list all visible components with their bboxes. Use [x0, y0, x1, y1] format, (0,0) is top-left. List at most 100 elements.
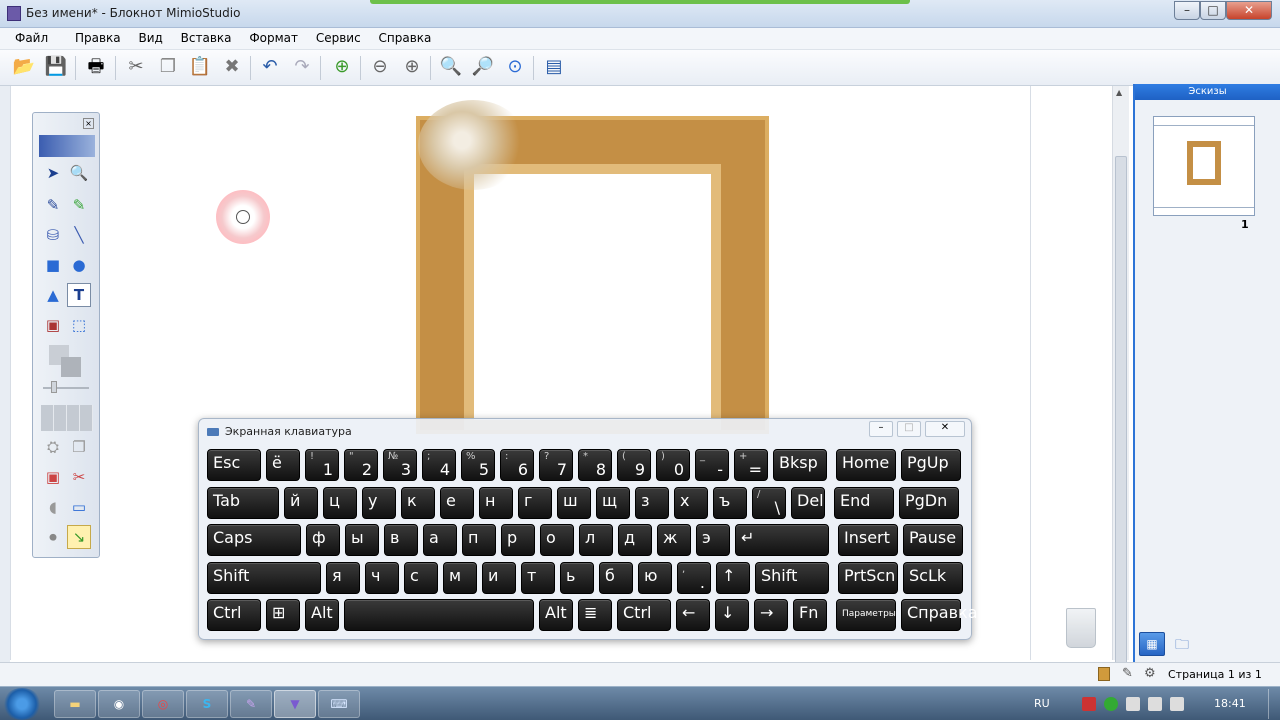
- osk-key[interactable]: Home: [836, 449, 896, 481]
- close-button[interactable]: ✕: [1226, 1, 1272, 20]
- osk-key[interactable]: т: [521, 561, 555, 594]
- status-settings-icon[interactable]: ⚙: [1144, 666, 1156, 681]
- osk-key[interactable]: г: [518, 486, 552, 519]
- tray-flag-icon[interactable]: [1082, 697, 1096, 711]
- osk-key[interactable]: Insert: [838, 524, 898, 556]
- mouse-icon[interactable]: ◖: [41, 495, 65, 519]
- osk-maximize-button[interactable]: □: [897, 421, 921, 437]
- osk-key[interactable]: п: [462, 524, 496, 556]
- osk-key[interactable]: + =: [734, 449, 768, 481]
- osk-key[interactable]: э: [696, 524, 730, 556]
- text-tool-icon[interactable]: T: [67, 283, 91, 307]
- osk-key[interactable]: End: [834, 486, 894, 519]
- triangle-icon[interactable]: ▲: [41, 283, 65, 307]
- chrome-taskbar-icon[interactable]: ◎: [142, 690, 184, 718]
- menu-view[interactable]: Вид: [131, 28, 169, 48]
- back-icon[interactable]: ⊖: [366, 53, 394, 81]
- osk-key[interactable]: Ctrl: [207, 599, 261, 631]
- language-indicator[interactable]: RU: [1034, 697, 1050, 710]
- osk-key[interactable]: / \: [752, 486, 786, 519]
- osk-key[interactable]: н: [479, 486, 513, 519]
- osk-key[interactable]: ж: [657, 524, 691, 556]
- osk-key[interactable]: ? 7: [539, 449, 573, 481]
- osk-key[interactable]: :6: [500, 449, 534, 481]
- osk-key[interactable]: л: [579, 524, 613, 556]
- osk-key[interactable]: ↓: [715, 599, 749, 631]
- osk-key[interactable]: ь: [560, 561, 594, 594]
- osk-key[interactable]: ; 4: [422, 449, 456, 481]
- osk-key[interactable]: Alt: [539, 599, 573, 631]
- copy-icon[interactable]: ❐: [154, 53, 182, 81]
- osk-key[interactable]: и: [482, 561, 516, 594]
- group-icon[interactable]: ⛭: [41, 435, 65, 459]
- print-icon[interactable]: 🖶: [82, 53, 110, 81]
- osk-key[interactable]: в: [384, 524, 418, 556]
- osk-key[interactable]: Ctrl: [617, 599, 671, 631]
- export-icon[interactable]: ↘: [67, 525, 91, 549]
- menu-insert[interactable]: Вставка: [174, 28, 239, 48]
- osk-minimize-button[interactable]: –: [869, 421, 893, 437]
- clock[interactable]: 18:41: [1214, 697, 1246, 710]
- osk-key[interactable]: е: [440, 486, 474, 519]
- osk-close-button[interactable]: ✕: [925, 421, 965, 437]
- osk-key[interactable]: _ -: [695, 449, 729, 481]
- show-desktop-button[interactable]: [1268, 689, 1278, 719]
- open-icon[interactable]: 📂: [10, 53, 38, 81]
- osk-key[interactable]: о: [540, 524, 574, 556]
- tray-volume-icon[interactable]: [1148, 697, 1162, 711]
- notebook-taskbar-icon[interactable]: ✎: [230, 690, 272, 718]
- tools-icon[interactable]: ✂: [67, 465, 91, 489]
- scroll-thumb[interactable]: [1115, 156, 1127, 676]
- new-page-icon[interactable]: ⊕: [328, 53, 356, 81]
- osk-key[interactable]: PgDn: [899, 486, 959, 519]
- osk-key[interactable]: д: [618, 524, 652, 556]
- osk-key[interactable]: ←: [676, 599, 710, 631]
- osk-key[interactable]: б: [599, 561, 633, 594]
- page-thumbnail[interactable]: [1153, 116, 1255, 216]
- osk-key[interactable]: й: [284, 486, 318, 519]
- osk-key[interactable]: * 8: [578, 449, 612, 481]
- osk-key[interactable]: ,.: [677, 561, 711, 594]
- zoom-fit-icon[interactable]: ⊙: [501, 53, 529, 81]
- zoom-in-icon[interactable]: 🔍: [437, 53, 465, 81]
- osk-key[interactable]: Bksp: [773, 449, 827, 481]
- osk-key[interactable]: Caps: [207, 524, 301, 556]
- redo-icon[interactable]: ↷: [288, 53, 316, 81]
- osk-key[interactable]: Shift: [755, 561, 829, 594]
- media-taskbar-icon[interactable]: ◉: [98, 690, 140, 718]
- screen-clip-icon[interactable]: ⬚: [67, 313, 91, 337]
- menu-file[interactable]: Файл: [8, 28, 55, 48]
- osk-key[interactable]: →: [754, 599, 788, 631]
- osk-key[interactable]: ч: [365, 561, 399, 594]
- osk-key[interactable]: ъ: [713, 486, 747, 519]
- osk-key[interactable]: PgUp: [901, 449, 961, 481]
- menu-edit[interactable]: Правка: [68, 28, 128, 48]
- osk-key[interactable]: а: [423, 524, 457, 556]
- slider-handle[interactable]: [51, 381, 57, 393]
- start-button[interactable]: [2, 688, 42, 720]
- paste-icon[interactable]: 📋: [186, 53, 214, 81]
- osk-key[interactable]: щ: [596, 486, 630, 519]
- osk-key[interactable]: к: [401, 486, 435, 519]
- osk-key[interactable]: ! 1: [305, 449, 339, 481]
- osk-key[interactable]: м: [443, 561, 477, 594]
- image-icon[interactable]: ▣: [41, 313, 65, 337]
- osk-key[interactable]: ↵: [735, 524, 829, 556]
- osk-key[interactable]: ↑: [716, 561, 750, 594]
- rectangle-icon[interactable]: ■: [41, 253, 65, 277]
- palette-close-icon[interactable]: ×: [83, 118, 94, 129]
- osk-key[interactable]: ш: [557, 486, 591, 519]
- osk-key[interactable]: я: [326, 561, 360, 594]
- maximize-button[interactable]: □: [1200, 1, 1226, 20]
- cut-icon[interactable]: ✂: [122, 53, 150, 81]
- osk-key[interactable]: ц: [323, 486, 357, 519]
- ellipse-icon[interactable]: ●: [67, 253, 91, 277]
- save-icon[interactable]: 💾: [42, 53, 70, 81]
- thumbnail-view-icon[interactable]: ▦: [1139, 632, 1165, 656]
- osk-key[interactable]: Esc: [207, 449, 261, 481]
- osk-key[interactable]: Параметры: [836, 599, 896, 631]
- eraser-icon[interactable]: ⛁: [41, 223, 65, 247]
- pen-icon[interactable]: ✎: [41, 193, 65, 217]
- osk-key[interactable]: Alt: [305, 599, 339, 631]
- width-slider[interactable]: [43, 387, 89, 389]
